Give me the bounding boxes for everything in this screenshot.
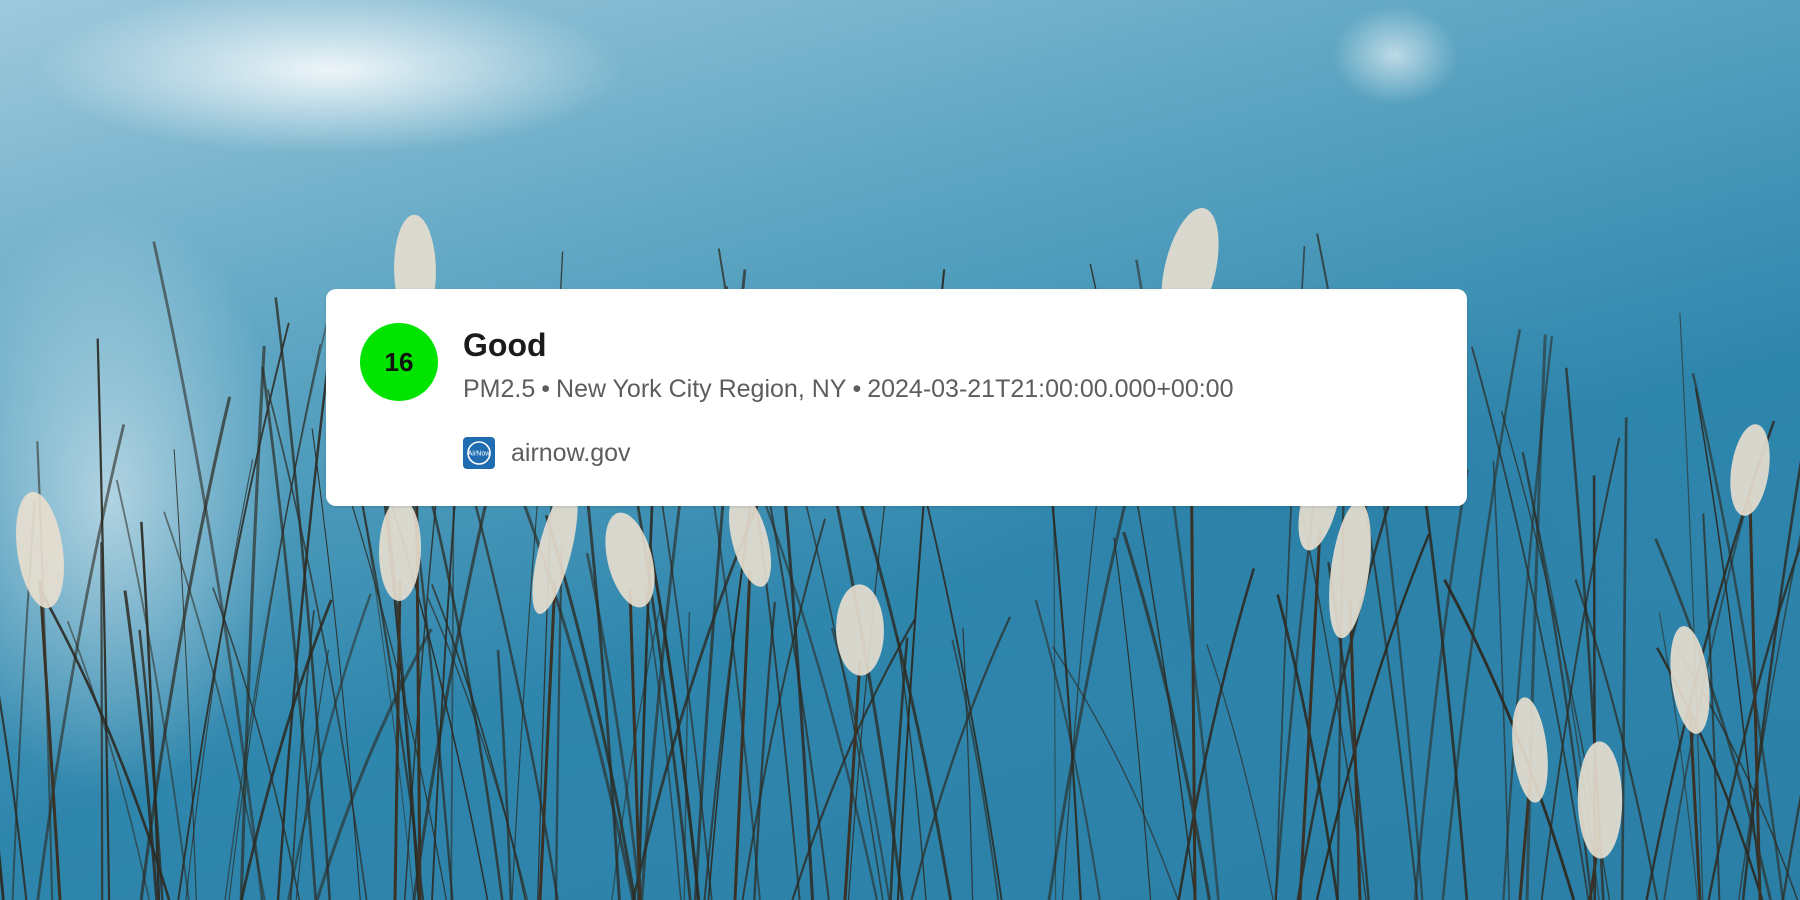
separator: • [852, 375, 862, 403]
pollutant-label: PM2.5 [463, 375, 536, 403]
air-quality-card: 16 Good PM2.5 • New York City Region, NY • 2… [326, 289, 1467, 506]
timestamp-label: 2024-03-21T21:00:00.000+00:00 [867, 375, 1234, 403]
aqi-value: 16 [384, 346, 414, 377]
separator: • [541, 375, 551, 403]
reading-details: PM2.5 • New York City Region, NY • 2024-03-2… [463, 375, 1234, 404]
source-domain[interactable]: airnow.gov [511, 439, 631, 468]
region-label: New York City Region, NY [556, 375, 847, 403]
source-link[interactable]: AirNow airnow.gov [463, 437, 631, 469]
aqi-badge: 16 [360, 323, 438, 401]
aqi-category: Good [463, 327, 547, 363]
svg-text:AirNow: AirNow [468, 451, 492, 458]
airnow-logo-icon: AirNow [463, 437, 495, 469]
